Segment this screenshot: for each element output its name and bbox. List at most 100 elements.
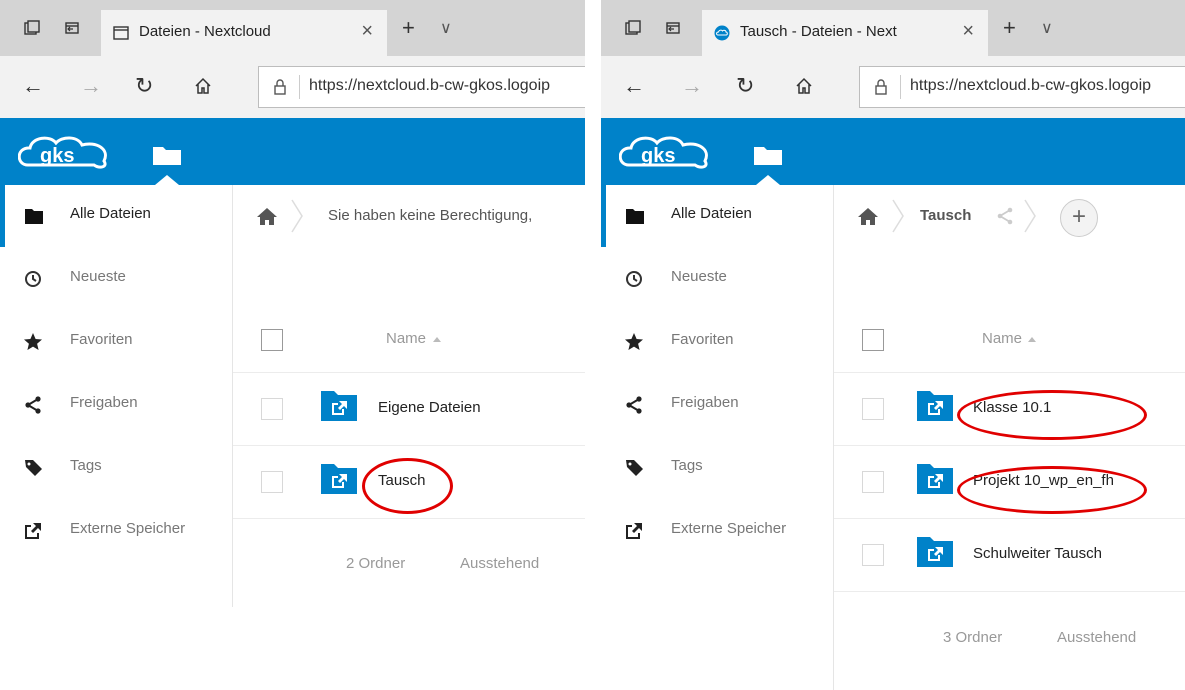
- active-app-indicator: [756, 175, 780, 185]
- sidebar-item-all-files[interactable]: Alle Dateien: [0, 185, 237, 247]
- tab-list-button[interactable]: ∨: [440, 18, 452, 38]
- pending-status: Ausstehend: [1057, 629, 1137, 646]
- sidebar-item-label: Externe Speicher: [70, 520, 186, 537]
- share-icon: [626, 396, 642, 414]
- file-list-header: Name: [233, 308, 585, 373]
- url-field[interactable]: https://nextcloud.b-cw-gkos.logoip: [859, 66, 1185, 108]
- folder-icon: [25, 209, 43, 224]
- file-list-area: Tausch + Name Klasse 10.1 Projekt 10_wp_…: [834, 185, 1185, 690]
- sidebar-item-label: Neueste: [671, 268, 727, 285]
- column-name-header[interactable]: Name: [386, 330, 426, 347]
- row-checkbox[interactable]: [862, 471, 884, 493]
- row-checkbox[interactable]: [261, 398, 283, 420]
- screenshot-right: Tausch - Dateien - Next × + ∨ ← → ↻ http…: [601, 0, 1185, 690]
- tab-title: Tausch - Dateien - Next: [740, 23, 897, 40]
- files-app-icon[interactable]: [752, 143, 784, 167]
- sidebar-item-label: Freigaben: [671, 394, 739, 411]
- tab-actions-icon[interactable]: [625, 20, 641, 36]
- url-field[interactable]: https://nextcloud.b-cw-gkos.logoip: [258, 66, 585, 108]
- new-tab-button[interactable]: +: [1003, 17, 1016, 39]
- lock-icon: [875, 79, 887, 95]
- gks-logo[interactable]: gks: [18, 135, 114, 173]
- sidebar-item-tags[interactable]: Tags: [601, 437, 833, 499]
- sidebar-item-all-files[interactable]: Alle Dateien: [601, 185, 838, 247]
- share-icon[interactable]: [996, 207, 1014, 225]
- active-tab[interactable]: Dateien - Nextcloud ×: [101, 10, 387, 56]
- clock-icon: [25, 271, 41, 287]
- back-button[interactable]: ←: [623, 74, 645, 98]
- shared-folder-icon: [917, 464, 953, 494]
- breadcrumb-current-folder[interactable]: Tausch: [920, 207, 971, 224]
- sort-ascending-icon: [433, 337, 441, 342]
- url-text: https://nextcloud.b-cw-gkos.logoip: [309, 77, 551, 94]
- sidebar-item-external-storage[interactable]: Externe Speicher: [601, 500, 833, 562]
- address-bar: ← → ↻ https://nextcloud.b-cw-gkos.logoip: [601, 56, 1185, 119]
- home-icon[interactable]: [257, 207, 277, 225]
- breadcrumb-chevron: [1024, 199, 1036, 233]
- new-item-button[interactable]: +: [1060, 199, 1098, 237]
- sidebar-item-external-storage[interactable]: Externe Speicher: [0, 500, 232, 562]
- home-icon[interactable]: [858, 207, 878, 225]
- refresh-button[interactable]: ↻: [736, 74, 754, 98]
- tab-actions-icon[interactable]: [24, 20, 40, 36]
- file-name: Eigene Dateien: [378, 399, 481, 416]
- sidebar-item-favorites[interactable]: Favoriten: [601, 311, 833, 373]
- column-name-header[interactable]: Name: [982, 330, 1022, 347]
- gks-favicon: [714, 25, 730, 41]
- url-text: https://nextcloud.b-cw-gkos.logoip: [910, 77, 1152, 94]
- share-icon: [25, 396, 41, 414]
- file-list-header: Name: [834, 308, 1185, 373]
- sidebar-item-favorites[interactable]: Favoriten: [0, 311, 232, 373]
- home-button[interactable]: [794, 76, 814, 96]
- active-app-indicator: [155, 175, 179, 185]
- sidebar-item-label: Externe Speicher: [671, 520, 787, 537]
- sidebar-item-label: Alle Dateien: [671, 205, 752, 222]
- tab-close-button[interactable]: ×: [962, 20, 974, 43]
- folder-icon: [626, 209, 644, 224]
- lock-icon: [274, 79, 286, 95]
- folder-count: 2 Ordner: [346, 555, 406, 572]
- sidebar-item-label: Favoriten: [70, 331, 133, 348]
- tab-close-button[interactable]: ×: [361, 20, 373, 43]
- active-tab[interactable]: Tausch - Dateien - Next ×: [702, 10, 988, 56]
- forward-button[interactable]: →: [80, 74, 102, 98]
- url-separator: [299, 75, 300, 99]
- file-list-area: Sie haben keine Berechtigung, Name Eigen…: [233, 185, 585, 607]
- shared-folder-icon: [321, 464, 357, 494]
- sidebar-item-shares[interactable]: Freigaben: [601, 374, 833, 436]
- breadcrumb-chevron: [291, 199, 303, 233]
- sidebar-item-recent[interactable]: Neueste: [601, 248, 833, 310]
- files-app-icon[interactable]: [151, 143, 183, 167]
- sidebar-item-recent[interactable]: Neueste: [0, 248, 232, 310]
- forward-button[interactable]: →: [681, 74, 703, 98]
- tab-bar: Dateien - Nextcloud × + ∨: [0, 0, 585, 56]
- table-row[interactable]: Eigene Dateien: [233, 373, 585, 446]
- sidebar-item-shares[interactable]: Freigaben: [0, 374, 232, 436]
- sidebar: Alle Dateien Neueste Favoriten Freigaben…: [601, 185, 834, 690]
- refresh-button[interactable]: ↻: [135, 74, 153, 98]
- tag-icon: [25, 460, 42, 476]
- set-aside-tabs-icon[interactable]: [665, 20, 681, 36]
- sidebar-item-tags[interactable]: Tags: [0, 437, 232, 499]
- row-checkbox[interactable]: [261, 471, 283, 493]
- sidebar-item-label: Favoriten: [671, 331, 734, 348]
- row-checkbox[interactable]: [862, 544, 884, 566]
- breadcrumb-chevron: [892, 199, 904, 233]
- set-aside-tabs-icon[interactable]: [64, 20, 80, 36]
- home-button[interactable]: [193, 76, 213, 96]
- permission-message: Sie haben keine Berechtigung,: [328, 207, 533, 224]
- select-all-checkbox[interactable]: [261, 329, 283, 351]
- back-button[interactable]: ←: [22, 74, 44, 98]
- annotation-circle: [957, 466, 1147, 514]
- row-checkbox[interactable]: [862, 398, 884, 420]
- star-icon: [625, 333, 643, 350]
- file-name: Schulweiter Tausch: [973, 545, 1102, 562]
- star-icon: [24, 333, 42, 350]
- select-all-checkbox[interactable]: [862, 329, 884, 351]
- gks-logo[interactable]: gks: [619, 135, 715, 173]
- tab-bar: Tausch - Dateien - Next × + ∨: [601, 0, 1185, 56]
- clock-icon: [626, 271, 642, 287]
- table-row[interactable]: Schulweiter Tausch: [834, 519, 1185, 592]
- tab-list-button[interactable]: ∨: [1041, 18, 1053, 38]
- new-tab-button[interactable]: +: [402, 17, 415, 39]
